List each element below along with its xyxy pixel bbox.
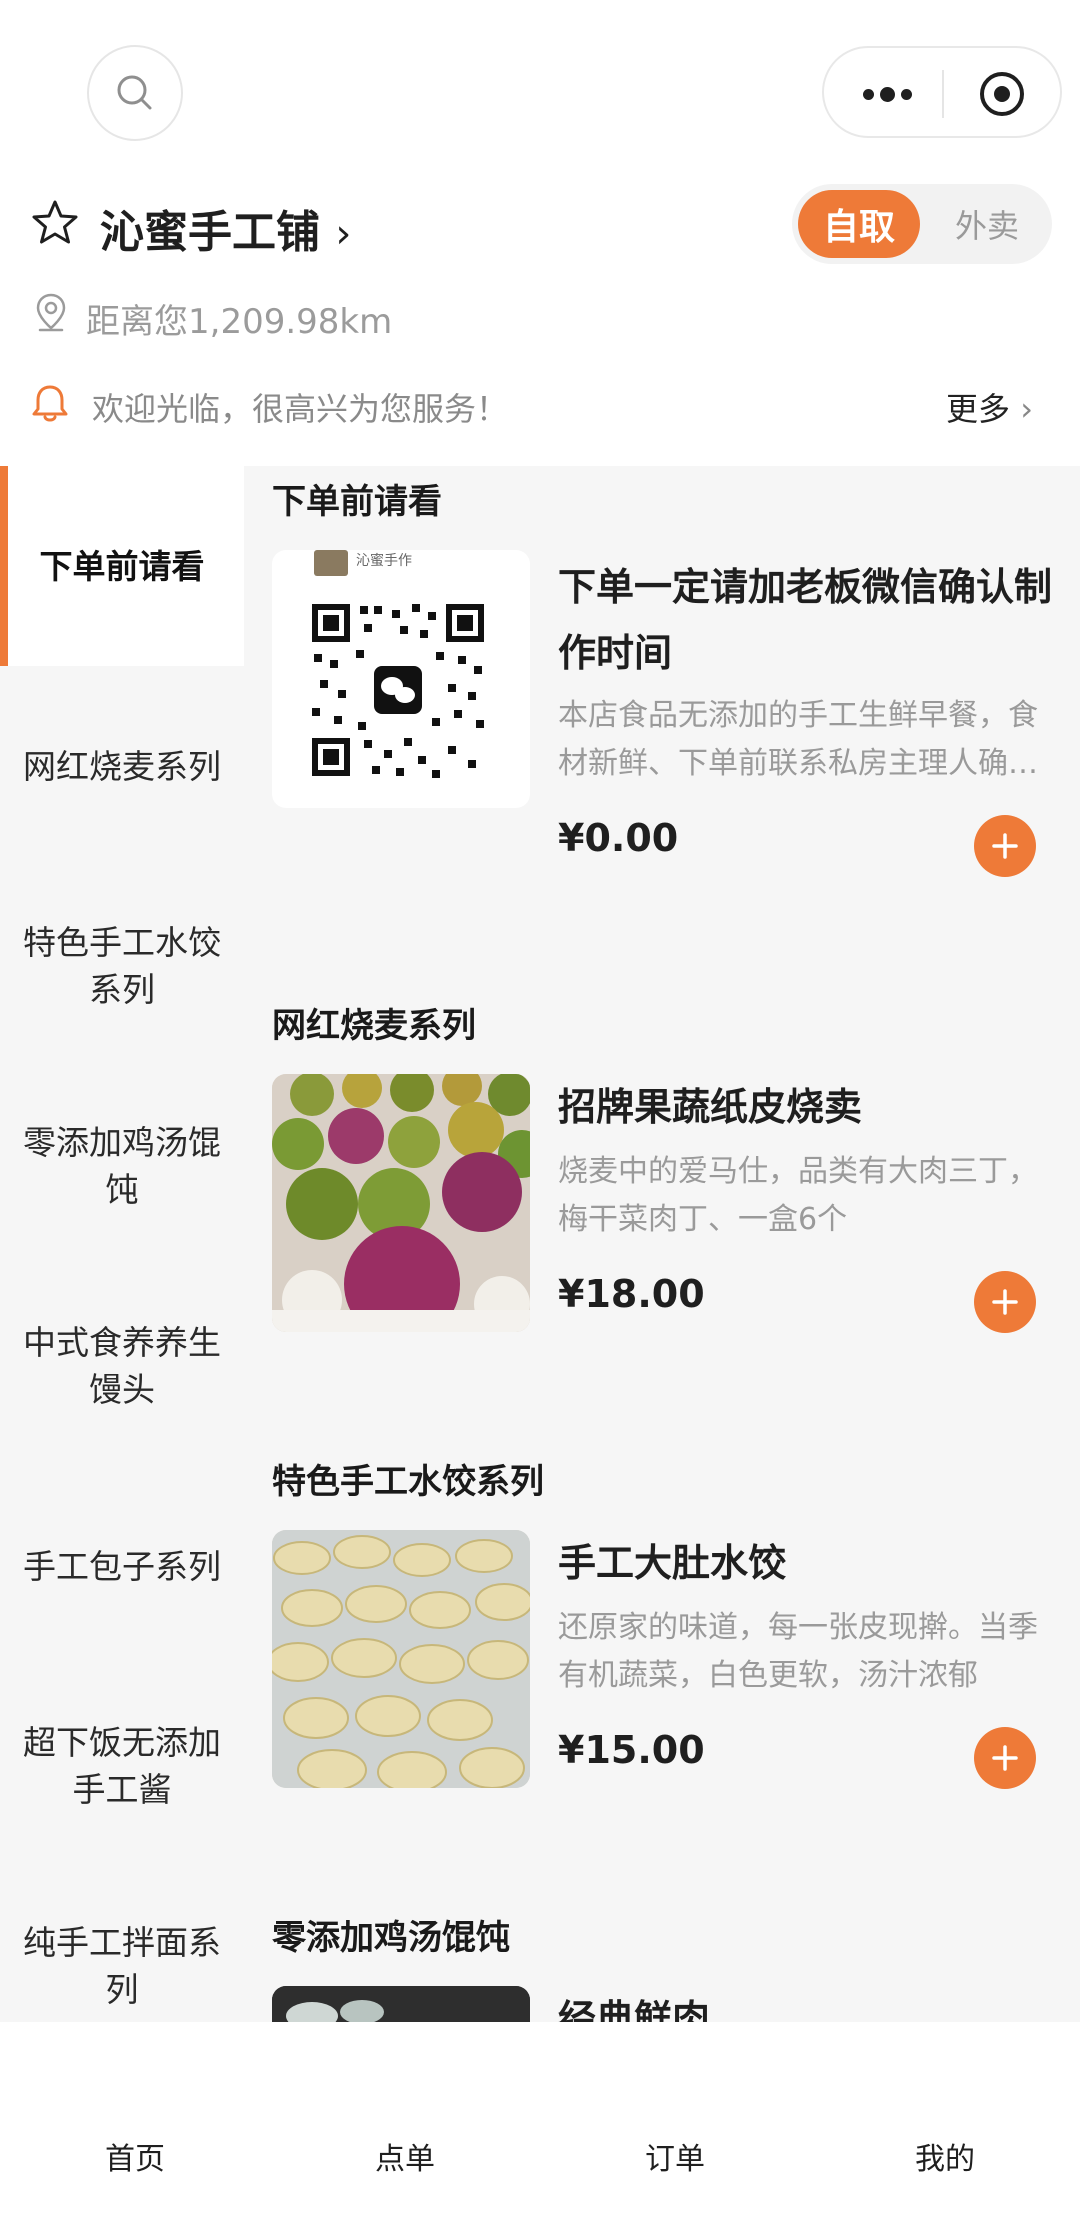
chevron-right-icon: ›: [1020, 390, 1033, 428]
product-description: 烧麦中的爱马仕，品类有大肉三丁，梅干菜肉丁、一盒6个: [558, 1154, 1038, 1237]
category-item[interactable]: 纯手工拌面系列: [0, 1866, 244, 2022]
category-label: 下单前请看: [39, 546, 205, 586]
add-to-cart-button[interactable]: [974, 815, 1036, 877]
store-name-link[interactable]: 沁蜜手工铺 ›: [100, 196, 351, 260]
more-options-icon[interactable]: [854, 76, 920, 112]
bottom-tab-bar: 首页 点单 订单 我的: [0, 2022, 1080, 2239]
category-label: 纯手工拌面系列: [23, 1923, 221, 2009]
category-item[interactable]: 零添加鸡汤馄饨: [0, 1066, 244, 1266]
category-item[interactable]: 下单前请看: [0, 466, 244, 666]
mode-delivery-button[interactable]: 外卖: [932, 190, 1042, 258]
section-title: 网红烧麦系列: [272, 1006, 476, 1046]
product-price: ¥18.00: [558, 1272, 705, 1316]
category-item[interactable]: 特色手工水饺系列: [0, 866, 244, 1066]
product-description: 本店食品无添加的手工生鲜早餐，食材新鲜、下单前联系私房主理人确认制作时间: [558, 698, 1038, 781]
product-image-wonton[interactable]: [272, 1986, 530, 2022]
wonton-photo-icon: [272, 1986, 530, 2022]
mini-program-capsule: [822, 46, 1062, 138]
location-pin-icon: [36, 293, 66, 332]
product-image-shaomai[interactable]: [272, 1074, 530, 1332]
search-button[interactable]: [87, 45, 183, 141]
category-label: 手工包子系列: [23, 1546, 221, 1586]
category-label: 中式食养养生馒头: [23, 1323, 221, 1409]
category-item[interactable]: 网红烧麦系列: [0, 666, 244, 866]
product-name[interactable]: 经典鲜肉: [558, 1986, 1058, 2022]
tab-orders[interactable]: 订单: [645, 2134, 705, 2178]
section-title: 下单前请看: [272, 482, 442, 522]
store-name: 沁蜜手工铺: [100, 207, 320, 258]
bell-icon: [32, 385, 68, 422]
plus-icon: [992, 1289, 1018, 1315]
plus-icon: [992, 833, 1018, 859]
store-distance: 距离您1,209.98km: [86, 302, 393, 342]
chevron-right-icon: ›: [335, 211, 352, 257]
category-label: 超下饭无添加手工酱: [23, 1723, 221, 1809]
product-price: ¥15.00: [558, 1728, 705, 1772]
category-label: 特色手工水饺系列: [23, 923, 221, 1009]
store-notice: 欢迎光临，很高兴为您服务！: [92, 390, 509, 428]
close-miniprogram-icon[interactable]: [978, 70, 1026, 118]
product-name[interactable]: 招牌果蔬纸皮烧卖: [558, 1074, 1058, 1140]
product-name[interactable]: 手工大肚水饺: [558, 1530, 1058, 1596]
add-to-cart-button[interactable]: [974, 1727, 1036, 1789]
qr-code-icon: [308, 600, 488, 780]
tab-home[interactable]: 首页: [105, 2134, 165, 2178]
category-label: 网红烧麦系列: [23, 746, 221, 786]
plus-icon: [992, 1745, 1018, 1771]
notice-more-link[interactable]: 更多 ›: [946, 384, 1033, 430]
tab-order[interactable]: 点单: [375, 2134, 435, 2178]
product-image-qr[interactable]: 沁蜜手作: [272, 550, 530, 808]
capsule-divider: [942, 70, 944, 118]
qr-caption: 沁蜜手作: [356, 553, 412, 569]
mode-pickup-button[interactable]: 自取: [798, 190, 920, 258]
product-price: ¥0.00: [558, 816, 679, 860]
section-title: 特色手工水饺系列: [272, 1462, 544, 1502]
order-mode-toggle: 自取 外卖: [792, 184, 1052, 264]
product-image-dumplings[interactable]: [272, 1530, 530, 1788]
category-item[interactable]: 中式食养养生馒头: [0, 1266, 244, 1466]
product-list: 下单前请看 沁蜜手作 下单一定请加老板微信确认制作时间 本店食品无添加的手工生鲜…: [244, 466, 1080, 2022]
avatar: [314, 550, 348, 576]
product-name[interactable]: 下单一定请加老板微信确认制作时间: [558, 554, 1058, 686]
section-title: 零添加鸡汤馄饨: [272, 1918, 510, 1958]
tab-profile[interactable]: 我的: [915, 2134, 975, 2178]
category-sidebar: 下单前请看 网红烧麦系列 特色手工水饺系列 零添加鸡汤馄饨 中式食养养生馒头 手…: [0, 466, 244, 2022]
category-item[interactable]: 超下饭无添加手工酱: [0, 1666, 244, 1866]
shaomai-photo-icon: [272, 1074, 530, 1332]
add-to-cart-button[interactable]: [974, 1271, 1036, 1333]
notice-more-label: 更多: [946, 390, 1011, 428]
favorite-star-icon[interactable]: [30, 198, 80, 248]
category-label: 零添加鸡汤馄饨: [23, 1123, 221, 1209]
product-description: 还原家的味道，每一张皮现擀。当季有机蔬菜，白色更软，汤汁浓郁: [558, 1610, 1038, 1693]
category-item[interactable]: 手工包子系列: [0, 1466, 244, 1666]
dumplings-photo-icon: [272, 1530, 530, 1788]
search-icon: [117, 75, 152, 110]
